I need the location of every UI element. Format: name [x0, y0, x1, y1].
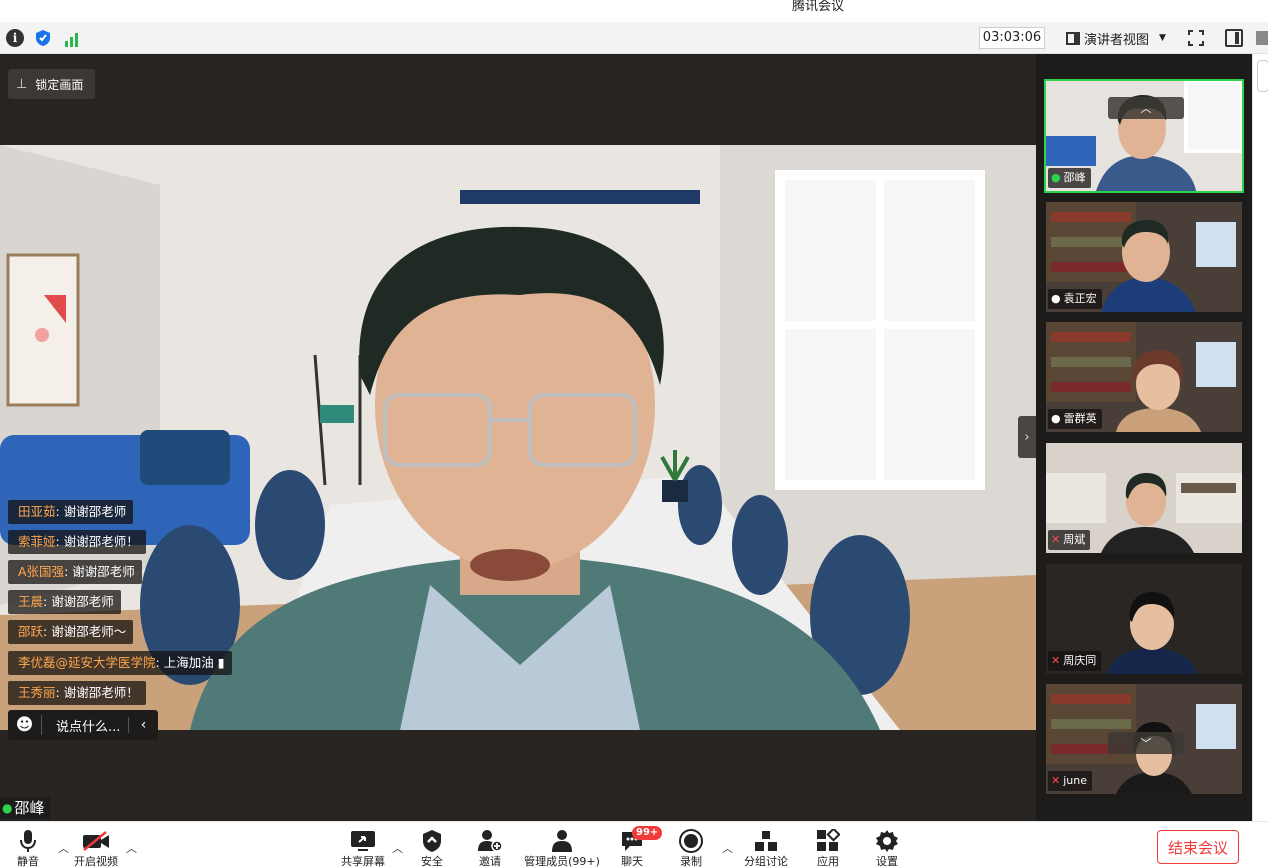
mic-muted-icon: ✕	[1051, 533, 1061, 546]
emoji-icon[interactable]: ☻	[8, 715, 42, 735]
invite-button[interactable]: 邀请	[460, 828, 520, 867]
invite-user-icon	[477, 828, 503, 854]
breakout-rooms-button[interactable]: 分组讨论	[736, 828, 796, 867]
manage-members-button[interactable]: 管理成员(99+)	[524, 828, 600, 867]
shield-icon[interactable]	[34, 29, 52, 47]
security-shield-icon	[421, 828, 443, 854]
chat-message: 田亚茹: 谢谢邵老师	[8, 500, 134, 524]
chat-input-placeholder[interactable]: 说点什么...	[42, 716, 128, 735]
participant-name-label: ✕ june	[1048, 771, 1092, 791]
security-button[interactable]: 安全	[402, 828, 462, 867]
lock-view-label: 锁定画面	[35, 77, 84, 92]
chat-message: 索菲娅: 谢谢邵老师！	[8, 530, 146, 554]
participant-name-label: ● 雷群英	[1048, 409, 1102, 429]
microphone-icon	[19, 828, 37, 854]
mic-muted-icon: ✕	[1051, 654, 1061, 667]
main-stage: ⊥ 锁定画面	[0, 54, 1036, 821]
chat-message: 王秀丽: 谢谢邵老师！	[8, 681, 146, 705]
participant-tile[interactable]: ✕ 周斌	[1046, 443, 1242, 553]
mic-muted-icon: ✕	[1051, 774, 1061, 787]
bottom-control-bar: 静音 ︿ 开启视频 ︿ 共享屏幕 ︿ 安全 邀请 管理成员(99+) 99+ 聊…	[0, 821, 1268, 867]
signal-icon[interactable]	[62, 29, 80, 47]
mic-on-icon: ●	[1051, 171, 1061, 184]
members-icon	[550, 828, 574, 854]
chat-message: 李优磊@延安大学医学院: 上海加油 ▮	[8, 651, 232, 675]
record-icon	[679, 828, 703, 854]
chat-input-bar[interactable]: ☻ 说点什么... ‹	[8, 710, 158, 740]
participant-tile[interactable]: ✕ 周庆同	[1046, 564, 1242, 674]
meeting-timer: 03:03:06	[979, 27, 1045, 49]
info-icon[interactable]: i	[6, 29, 24, 47]
speaker-name-label: ● 邵峰	[0, 797, 50, 819]
scroll-down-button[interactable]: ﹀	[1108, 732, 1184, 754]
participant-name-label: ● 邵峰	[1048, 168, 1091, 188]
participant-name-label: ● 袁正宏	[1048, 289, 1102, 309]
share-screen-icon	[350, 828, 376, 854]
sidebar-scrollbar[interactable]	[1252, 54, 1268, 821]
settings-button[interactable]: 设置	[857, 828, 917, 867]
fullscreen-icon[interactable]	[1188, 30, 1204, 46]
chat-message: 邵跃: 谢谢邵老师～	[8, 620, 134, 644]
window-title: 腾讯会议	[792, 0, 845, 14]
chat-message: 王晨: 谢谢邵老师	[8, 590, 121, 614]
chat-unread-badge: 99+	[632, 826, 663, 840]
video-frame	[0, 145, 1036, 730]
view-mode-label: 演讲者视图	[1084, 32, 1150, 48]
mic-icon: ●	[1051, 292, 1061, 305]
chevron-down-icon: ▼	[1159, 33, 1166, 43]
record-button[interactable]: 录制	[661, 828, 721, 867]
pin-icon: ⊥	[16, 76, 28, 92]
record-options-chevron-icon[interactable]: ︿	[722, 840, 733, 856]
mute-button[interactable]: 静音	[0, 828, 58, 867]
end-meeting-button[interactable]: 结束会议	[1157, 830, 1239, 864]
speaker-video[interactable]	[0, 145, 1036, 730]
gear-icon	[875, 828, 899, 854]
mic-icon: ●	[1051, 412, 1061, 425]
beer-emoji-icon: ▮	[213, 655, 225, 670]
edge-button[interactable]	[1256, 31, 1268, 45]
participant-name-label: ✕ 周庆同	[1048, 651, 1102, 671]
view-mode-button[interactable]: 演讲者视图 ▼	[1066, 27, 1166, 49]
chat-button[interactable]: 99+ 聊天	[602, 826, 663, 867]
share-screen-button[interactable]: 共享屏幕	[333, 828, 393, 867]
collapse-gallery-button[interactable]: ›	[1018, 416, 1036, 458]
video-off-icon	[82, 828, 110, 854]
side-panel-icon[interactable]	[1225, 29, 1243, 47]
scroll-up-button[interactable]: ︿	[1108, 97, 1184, 119]
start-video-button[interactable]: 开启视频	[66, 828, 126, 867]
participant-tile[interactable]: ︿ ● 邵峰	[1044, 79, 1244, 193]
participant-tile[interactable]: ● 袁正宏	[1046, 202, 1242, 312]
lock-view-button[interactable]: ⊥ 锁定画面	[8, 69, 96, 99]
video-options-chevron-icon[interactable]: ︿	[126, 840, 137, 856]
breakout-icon	[754, 828, 778, 854]
apps-button[interactable]: 应用	[798, 828, 858, 867]
apps-grid-icon	[816, 828, 840, 854]
participant-name-label: ✕ 周斌	[1048, 530, 1091, 550]
mic-on-icon: ●	[2, 801, 13, 815]
title-bar: 腾讯会议	[0, 0, 1268, 22]
top-toolbar: i 03:03:06 演讲者视图 ▼	[0, 22, 1268, 54]
collapse-chat-icon[interactable]: ‹	[128, 717, 158, 733]
participant-tile[interactable]: ﹀ ✕ june	[1046, 684, 1242, 794]
chat-message: A张国强: 谢谢邵老师	[8, 560, 142, 584]
meeting-window: 腾讯会议 i 03:03:06 演讲者视图 ▼ ⊥ 锁定画面 田亚茹: 谢谢邵老…	[0, 0, 1268, 867]
participant-tile[interactable]: ● 雷群英	[1046, 322, 1242, 432]
layout-icon	[1066, 31, 1080, 45]
